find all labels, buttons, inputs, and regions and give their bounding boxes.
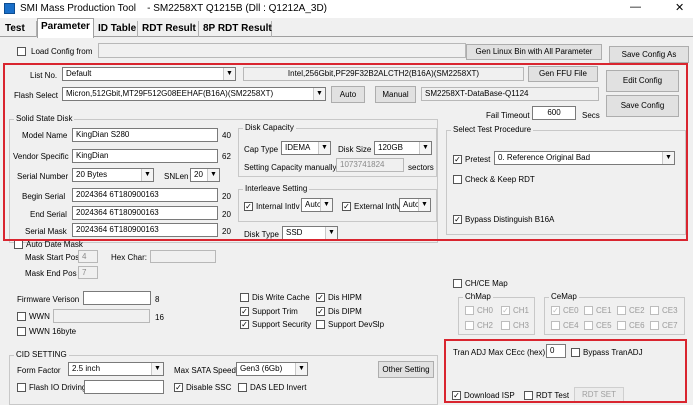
- hex-char-label: Hex Char:: [111, 253, 148, 262]
- wwn-input[interactable]: [53, 309, 150, 323]
- ce5-checkbox[interactable]: [584, 321, 593, 330]
- ce2-checkbox[interactable]: [617, 306, 626, 315]
- app-icon: [4, 3, 15, 14]
- das-led-invert-label: DAS LED Invert: [250, 383, 307, 392]
- dis-dipm-label: Dis DIPM: [328, 307, 362, 316]
- ce3-label: CE3: [662, 306, 678, 315]
- chce-map-label: CH/CE Map: [465, 279, 508, 288]
- das-led-invert-checkbox[interactable]: [238, 383, 247, 392]
- tab-rdt-result[interactable]: RDT Result: [139, 21, 199, 37]
- form-factor-select[interactable]: 2.5 inch ▼: [68, 362, 164, 376]
- mask-end-pos-label: Mask End Pos: [25, 269, 77, 278]
- mask-start-pos-label: Mask Start Pos: [25, 253, 80, 262]
- support-devslp-checkbox[interactable]: [316, 320, 325, 329]
- minimize-icon[interactable]: —: [630, 1, 641, 13]
- ce3-checkbox[interactable]: [650, 306, 659, 315]
- highlight-box-main: [3, 63, 688, 241]
- form-factor-label: Form Factor: [17, 366, 61, 375]
- save-config-as-button[interactable]: Save Config As: [609, 46, 689, 63]
- chevron-down-icon: ▼: [295, 363, 307, 375]
- flash-io-driving-label: Flash IO Driving: [29, 383, 87, 392]
- close-icon[interactable]: ✕: [675, 1, 684, 14]
- load-config-path-field[interactable]: [98, 43, 466, 58]
- max-sata-speed-label: Max SATA Speed: [174, 366, 236, 375]
- cemap-title: CeMap: [549, 292, 579, 301]
- form-factor-value: 2.5 inch: [72, 364, 101, 373]
- wwn-16byte-checkbox[interactable]: [17, 327, 26, 336]
- chevron-down-icon: ▼: [151, 363, 163, 375]
- tab-test[interactable]: Test: [2, 21, 37, 37]
- dis-write-cache-label: Dis Write Cache: [252, 293, 310, 302]
- ce1-checkbox[interactable]: [584, 306, 593, 315]
- ce0-checkbox[interactable]: ✓: [551, 306, 560, 315]
- gen-linux-bin-button[interactable]: Gen Linux Bin with All Parameter: [466, 44, 602, 60]
- ce5-label: CE5: [596, 321, 612, 330]
- tab-id-table[interactable]: ID Table: [95, 21, 138, 37]
- ch1-label: CH1: [513, 306, 530, 315]
- other-setting-button[interactable]: Other Setting: [378, 361, 434, 378]
- disable-ssc-label: Disable SSC: [186, 383, 232, 392]
- max-sata-speed-value: Gen3 (6Gb): [240, 364, 283, 373]
- mask-end-pos-input[interactable]: 7: [78, 266, 98, 279]
- dis-dipm-checkbox[interactable]: ✓: [316, 307, 325, 316]
- ce0-label: CE0: [563, 306, 579, 315]
- ce6-checkbox[interactable]: [617, 321, 626, 330]
- ce4-checkbox[interactable]: [551, 321, 560, 330]
- support-trim-label: Support Trim: [252, 307, 298, 316]
- tab-parameter[interactable]: Parameter: [37, 18, 94, 38]
- firmware-version-length: 8: [155, 295, 160, 304]
- ch0-checkbox[interactable]: [465, 306, 474, 315]
- dis-write-cache-checkbox[interactable]: [240, 293, 249, 302]
- ch0-label: CH0: [477, 306, 494, 315]
- auto-date-mask-label: Auto Date Mask: [26, 240, 83, 249]
- ch1-checkbox[interactable]: ✓: [501, 306, 510, 315]
- dis-hipm-checkbox[interactable]: ✓: [316, 293, 325, 302]
- support-devslp-label: Support DevSlp: [328, 320, 385, 329]
- firmware-version-label: Firmware Verison: [17, 295, 80, 304]
- wwn-label: WWN: [29, 312, 50, 321]
- ce4-label: CE4: [563, 321, 579, 330]
- highlight-box-tran: [444, 339, 687, 403]
- flash-io-driving-checkbox[interactable]: [17, 383, 26, 392]
- ch2-checkbox[interactable]: [465, 321, 474, 330]
- wwn-16byte-label: WWN 16byte: [29, 327, 77, 336]
- window-title: SMI Mass Production Tool - SM2258XT Q121…: [20, 3, 328, 14]
- ce2-label: CE2: [629, 306, 645, 315]
- load-config-label: Load Config from: [31, 47, 93, 56]
- ce7-label: CE7: [662, 321, 678, 330]
- ch3-checkbox[interactable]: [501, 321, 510, 330]
- ch2-label: CH2: [477, 321, 494, 330]
- chce-map-checkbox[interactable]: [453, 279, 462, 288]
- ce6-label: CE6: [629, 321, 645, 330]
- load-config-checkbox[interactable]: [17, 47, 26, 56]
- ch3-label: CH3: [513, 321, 530, 330]
- ce1-label: CE1: [596, 306, 612, 315]
- support-security-checkbox[interactable]: ✓: [240, 320, 249, 329]
- chmap-title: ChMap: [463, 292, 493, 301]
- tab-bar: Test Parameter ID Table RDT Result 8P RD…: [0, 18, 693, 38]
- ce7-checkbox[interactable]: [650, 321, 659, 330]
- firmware-version-input[interactable]: [83, 291, 151, 305]
- dis-hipm-label: Dis HIPM: [328, 293, 362, 302]
- disable-ssc-checkbox[interactable]: ✓: [174, 383, 183, 392]
- flash-io-driving-input[interactable]: [84, 380, 164, 394]
- wwn-length: 16: [155, 313, 164, 322]
- wwn-checkbox[interactable]: [17, 312, 26, 321]
- max-sata-speed-select[interactable]: Gen3 (6Gb) ▼: [236, 362, 308, 376]
- cid-setting-title: CID SETTING: [14, 350, 69, 359]
- tab-8p-rdt-result[interactable]: 8P RDT Result: [200, 21, 272, 37]
- support-trim-checkbox[interactable]: ✓: [240, 307, 249, 316]
- hex-char-input[interactable]: [150, 250, 216, 263]
- title-bar: SMI Mass Production Tool - SM2258XT Q121…: [0, 0, 693, 18]
- auto-date-mask-checkbox[interactable]: [14, 240, 23, 249]
- support-security-label: Support Security: [252, 320, 312, 329]
- mask-start-pos-input[interactable]: 4: [78, 250, 98, 263]
